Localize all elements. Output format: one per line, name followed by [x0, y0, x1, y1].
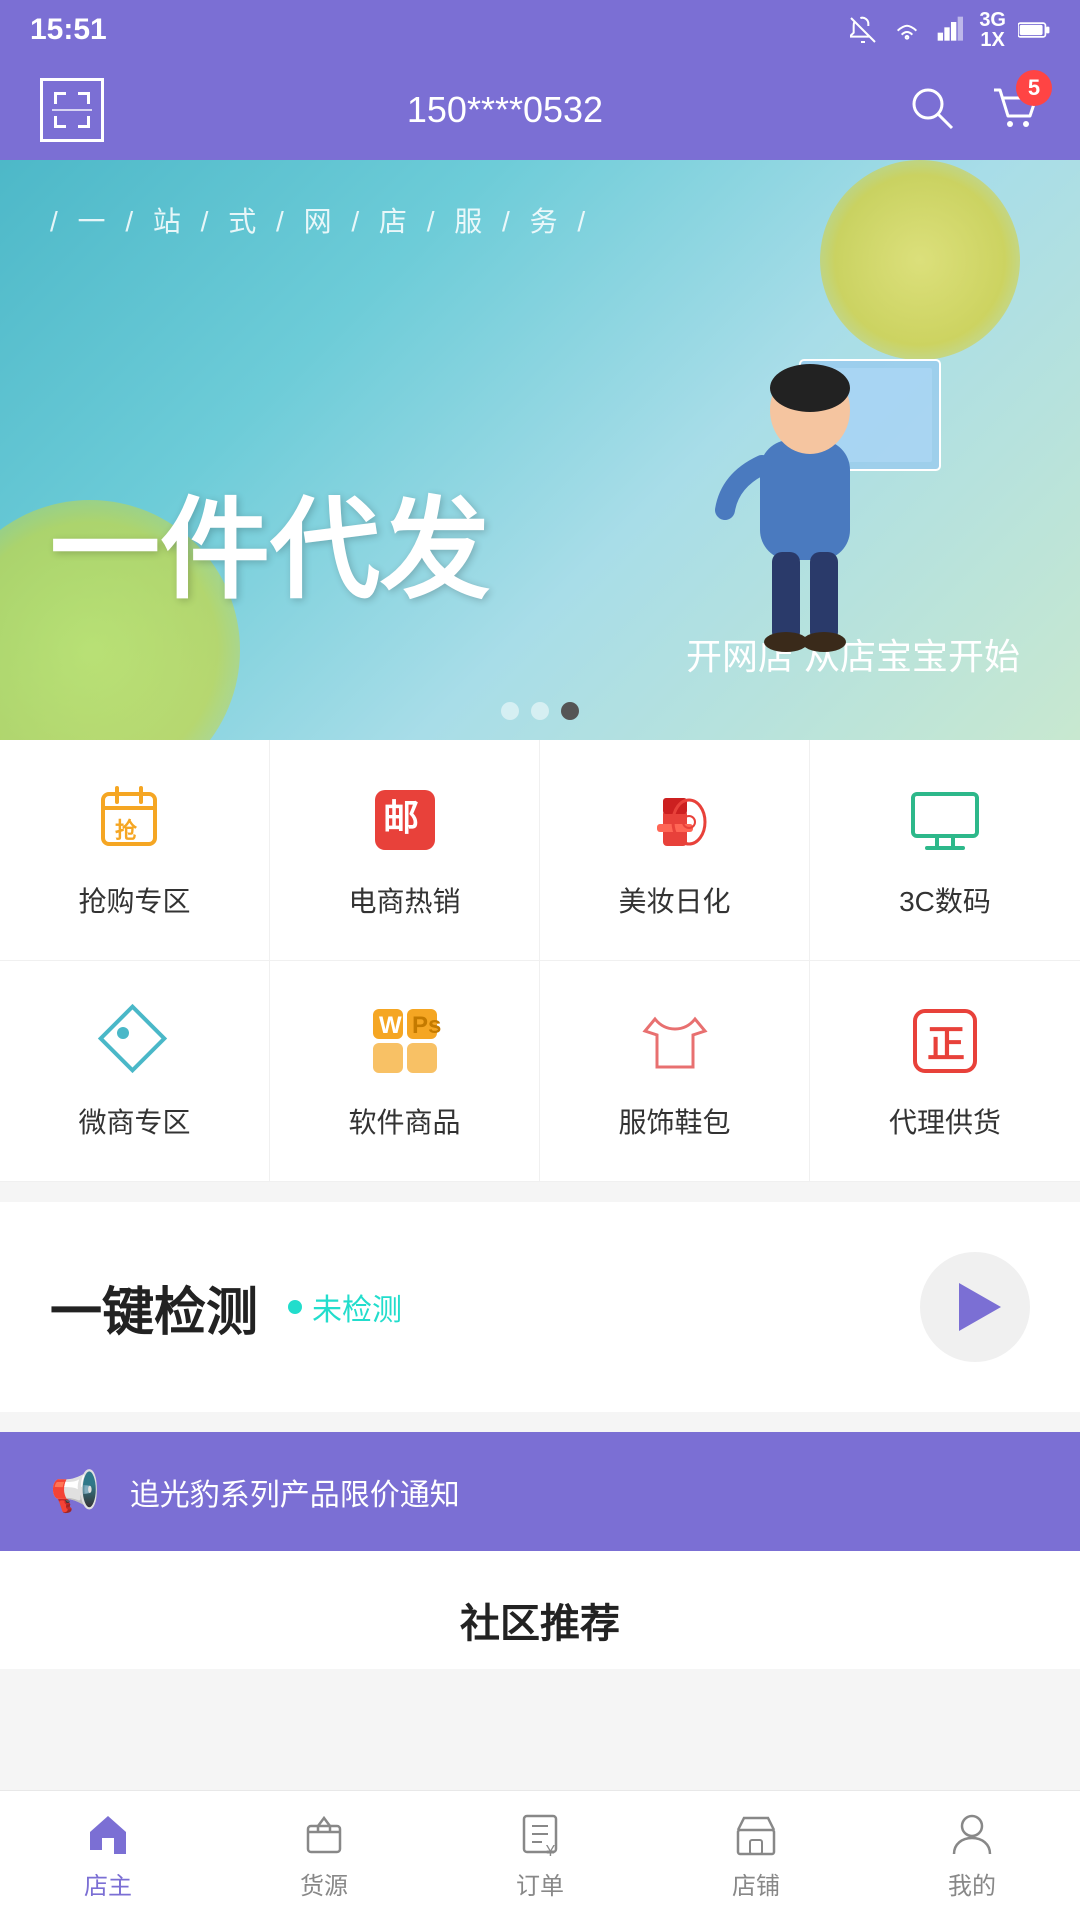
svg-text:W: W [379, 1012, 402, 1039]
detection-title: 一键检测 [50, 1270, 258, 1345]
status-icons: 3G1X [847, 10, 1050, 50]
wifi-icon [891, 14, 923, 46]
category-3c-label: 3C数码 [899, 880, 991, 920]
clothing-icon [635, 1001, 715, 1081]
detection-status: 未检测 [288, 1285, 402, 1329]
order-icon: ¥ [516, 1810, 564, 1858]
banner: / 一 / 站 / 式 / 网 / 店 / 服 / 务 / 一件代发 开网店 从… [0, 160, 1080, 740]
category-software-label: 软件商品 [348, 1101, 460, 1141]
nav-home-label: 店主 [84, 1866, 132, 1901]
category-wechat-label: 微商专区 [78, 1101, 190, 1141]
status-time: 15:51 [30, 13, 107, 47]
bottom-nav: 店主 货源 ¥ 订单 店铺 我的 [0, 1790, 1080, 1920]
banner-dots [501, 702, 579, 720]
banner-main-text: 一件代发 [50, 460, 490, 620]
cart-button[interactable]: 5 [988, 82, 1040, 139]
ecom-hot-icon: 邮 [365, 780, 445, 860]
network-type: 3G1X [979, 10, 1006, 50]
category-wechat[interactable]: 微商专区 [0, 961, 270, 1182]
scan-icon [52, 90, 92, 130]
banner-person [700, 280, 960, 680]
nav-source[interactable]: 货源 [216, 1791, 432, 1920]
nav-shop-label: 店铺 [732, 1866, 780, 1901]
section-title: 社区推荐 [0, 1551, 1080, 1669]
detection-left: 一键检测 未检测 [50, 1270, 402, 1345]
banner-top-text: / 一 / 站 / 式 / 网 / 店 / 服 / 务 / [50, 200, 591, 240]
wechat-zone-icon [95, 1001, 175, 1081]
category-flash-sale-label: 抢购专区 [78, 880, 190, 920]
category-flash-sale[interactable]: 抢 抢购专区 [0, 740, 270, 961]
nav-shop[interactable]: 店铺 [648, 1791, 864, 1920]
mute-icon [847, 14, 879, 46]
svg-text:¥: ¥ [545, 1843, 555, 1858]
nav-order[interactable]: ¥ 订单 [432, 1791, 648, 1920]
box-icon [300, 1810, 348, 1858]
play-triangle-icon [959, 1283, 1001, 1331]
signal-icon [935, 14, 967, 46]
category-beauty-label: 美妆日化 [618, 880, 730, 920]
svg-text:抢: 抢 [115, 818, 138, 843]
flash-sale-icon: 抢 [95, 780, 175, 860]
category-agency[interactable]: 正 代理供货 [810, 961, 1080, 1182]
svg-text:正: 正 [927, 1024, 965, 1066]
category-clothing-label: 服饰鞋包 [618, 1101, 730, 1141]
svg-text:Ps: Ps [412, 1012, 441, 1039]
app-header: 150****0532 5 [0, 60, 1080, 160]
status-bar: 15:51 3G1X [0, 0, 1080, 60]
banner-dot-3[interactable] [561, 702, 579, 720]
speaker-icon: 📢 [50, 1468, 100, 1515]
nav-order-label: 订单 [516, 1866, 564, 1901]
nav-mine[interactable]: 我的 [864, 1791, 1080, 1920]
search-button[interactable] [906, 82, 958, 139]
home-icon [84, 1810, 132, 1858]
detection-status-text: 未检测 [312, 1285, 402, 1329]
battery-icon [1018, 14, 1050, 46]
nav-source-label: 货源 [300, 1866, 348, 1901]
cart-badge: 5 [1016, 70, 1052, 106]
category-software[interactable]: W Ps 软件商品 [270, 961, 540, 1182]
nav-mine-label: 我的 [948, 1866, 996, 1901]
banner-dot-2[interactable] [531, 702, 549, 720]
svg-text:邮: 邮 [383, 797, 419, 838]
person-icon [948, 1810, 996, 1858]
user-phone: 150****0532 [407, 89, 603, 131]
detection-play-button[interactable] [920, 1252, 1030, 1362]
3c-icon [905, 780, 985, 860]
notice-text: 追光豹系列产品限价通知 [130, 1470, 460, 1514]
software-icon: W Ps [365, 1001, 445, 1081]
search-icon [906, 82, 958, 134]
category-beauty[interactable]: 美妆日化 [540, 740, 810, 961]
notice-banner[interactable]: 📢 追光豹系列产品限价通知 [0, 1432, 1080, 1551]
detection-section: 一键检测 未检测 [0, 1202, 1080, 1412]
beauty-icon [635, 780, 715, 860]
detection-status-dot [288, 1300, 302, 1314]
agency-icon: 正 [905, 1001, 985, 1081]
category-ecom-hot-label: 电商热销 [348, 880, 460, 920]
category-clothing[interactable]: 服饰鞋包 [540, 961, 810, 1182]
category-agency-label: 代理供货 [889, 1101, 1001, 1141]
scan-button[interactable] [40, 78, 104, 142]
banner-dot-1[interactable] [501, 702, 519, 720]
header-actions: 5 [906, 82, 1040, 139]
shop-icon [732, 1810, 780, 1858]
nav-home[interactable]: 店主 [0, 1791, 216, 1920]
category-3c[interactable]: 3C数码 [810, 740, 1080, 961]
category-ecom-hot[interactable]: 邮 电商热销 [270, 740, 540, 961]
category-grid: 抢 抢购专区 邮 电商热销 美妆日化 3C数码 [0, 740, 1080, 1182]
